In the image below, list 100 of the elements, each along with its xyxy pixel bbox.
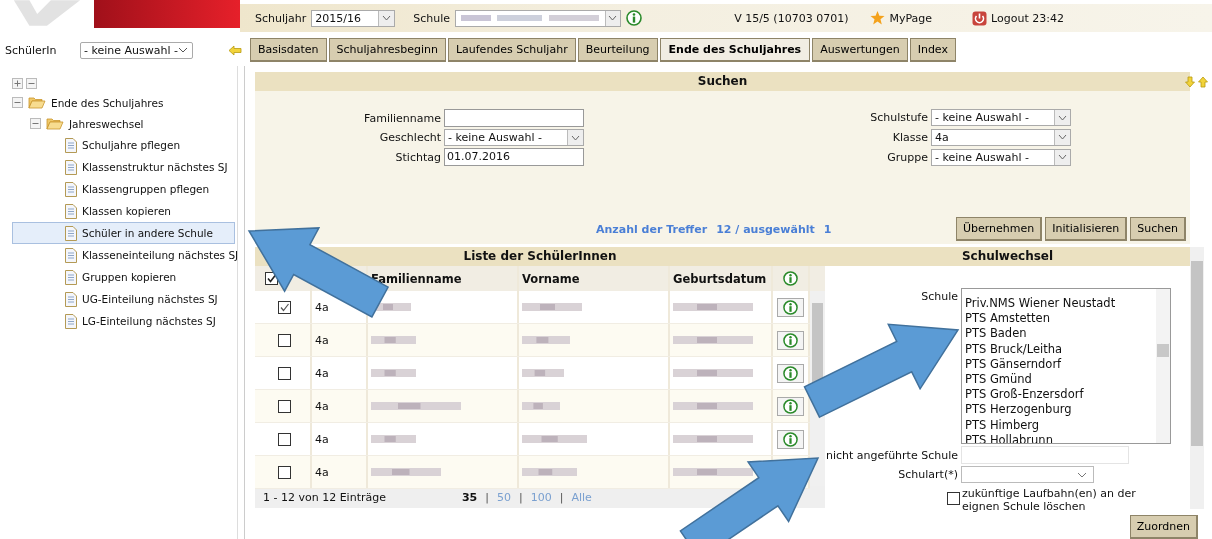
logout-link[interactable]: Logout 23:42 [991,11,1064,25]
document-icon [65,137,77,153]
tree-leaf[interactable]: Schüler in andere Schule [12,222,235,244]
nav-tab[interactable]: Basisdaten [250,38,327,62]
row-checkbox[interactable] [277,300,291,314]
scrollbar[interactable] [1156,289,1170,443]
list-option[interactable]: PTS Baden [965,326,1156,342]
document-icon [65,291,77,307]
student-select[interactable]: - keine Auswahl - [80,41,193,59]
nav-tab[interactable]: Auswertungen [812,38,908,62]
arrow-left-icon[interactable] [228,44,242,56]
list-option[interactable]: Priv.NMS Wiener Neustadt [965,296,1156,312]
row-checkbox[interactable] [277,432,291,446]
tree-item[interactable]: Ende des Schuljahres [51,96,164,109]
list-option[interactable]: PTS Gmünd [965,371,1156,388]
collapse-icon[interactable] [12,97,23,108]
tree-leaf[interactable]: Klassenstruktur nächstes SJ [12,156,235,178]
select-field[interactable] [961,466,1094,483]
list-option[interactable]: PTS Amstetten [965,311,1156,327]
list-option[interactable]: PTS Bruck/Leitha [965,341,1156,357]
tree-leaf[interactable]: Klasseneinteilung nächstes SJ [12,244,235,266]
document-icon [65,313,77,329]
list-option[interactable]: PTS Herzogenburg [965,402,1156,418]
select-field[interactable]: 4a [931,129,1071,146]
tree-leaf[interactable]: Schuljahre pflegen [12,134,235,156]
star-icon [870,11,886,25]
info-icon[interactable] [626,10,643,26]
action-button[interactable]: Übernehmen [955,217,1043,241]
range-text: 1 - 12 von 12 Einträge [263,490,386,504]
school-listbox[interactable]: Priv.NMS Wiener Neustadt PTS Amstetten PTS Baden PTS Bruck/Leitha PTS Gänserndorf PTS Gmünd PTS Groß-Enzersdorf PTS Herzogenburg PTS Himberg PTS Hollabrunn [961,288,1171,444]
nav-tab[interactable]: Ende des Schuljahres [659,38,811,62]
info-button[interactable] [777,396,804,416]
page-size-link[interactable]: 35 [461,490,478,504]
list-option[interactable]: PTS Gänserndorf [965,356,1156,372]
row-checkbox[interactable] [277,366,291,380]
collapse-all-icon[interactable] [26,78,37,89]
scrollbar[interactable] [1190,247,1204,509]
list-option[interactable]: PTS Groß-Enzersdorf [965,387,1156,403]
panel-header: Schulwechsel [825,247,1190,266]
info-icon [783,271,798,286]
row-checkbox[interactable] [277,399,291,413]
info-button[interactable] [777,330,804,350]
field-label: Schulstufe [869,111,928,125]
info-button[interactable] [777,363,804,383]
schule-select[interactable] [455,9,622,27]
tree-item[interactable]: Jahreswechsel [69,117,144,130]
row-checkbox[interactable] [277,333,291,347]
list-option[interactable]: PTS Himberg [965,417,1156,433]
document-icon [65,225,77,241]
mypage-link[interactable]: MyPage [889,11,933,25]
tree-leaf[interactable]: Gruppen kopieren [12,266,235,288]
tree-leaf[interactable]: Klassen kopieren [12,200,235,222]
power-icon[interactable] [972,10,988,26]
row-checkbox[interactable] [277,465,291,479]
selected-count: 1 [823,222,832,236]
document-icon [65,181,77,197]
blurred-text [371,434,416,444]
document-icon [65,203,77,219]
hits-count: 12 / ausgewählt [716,222,815,236]
separator: | [559,490,564,504]
blurred-text [371,467,441,477]
nav-tab[interactable]: Index [909,38,956,62]
action-button[interactable]: Initialisieren [1045,217,1128,241]
table-cell: 4a [315,366,329,380]
table-cell: 4a [315,465,329,479]
field-label: Geschlecht [378,131,441,144]
schuljahr-select[interactable]: 2015/16 [311,9,396,27]
expand-all-icon[interactable] [12,78,23,89]
table-cell: 4a [315,333,329,347]
checkbox[interactable] [947,492,960,505]
nav-tab[interactable]: Laufendes Schuljahr [447,38,576,62]
chevron-down-icon [608,15,618,21]
info-button[interactable] [777,429,804,449]
nav-tab[interactable]: Beurteilung [577,38,658,62]
input-field[interactable] [444,109,584,127]
select-field[interactable]: - keine Auswahl - [931,148,1071,166]
chevron-down-icon [1058,134,1067,141]
nav-tab[interactable]: Schuljahresbeginn [328,38,446,62]
select-field[interactable]: - keine Auswahl - [931,109,1071,127]
separator: | [519,490,523,504]
tree-leaf[interactable]: Klassengruppen pflegen [12,178,235,200]
field-label: nicht angeführte Schule [825,448,958,462]
chevron-down-icon [571,134,580,141]
assign-button[interactable]: Zuordnen [1129,515,1198,539]
document-icon [65,247,77,263]
select-field[interactable]: - keine Auswahl - [444,129,584,146]
tree-leaf[interactable]: LG-Einteilung nächstes SJ [12,310,235,332]
collapse-icon[interactable] [30,118,41,129]
blurred-text [522,467,577,477]
folder-icon [28,96,46,109]
blurred-text [522,368,564,378]
field-label: Stichtag [394,150,441,164]
action-button[interactable]: Suchen [1130,217,1186,241]
checkbox-label: zukünftige Laufbahn(en) an der eignen Schule löschen [962,487,1137,513]
list-option[interactable]: PTS Hollabrunn [965,432,1156,443]
info-button[interactable] [777,297,804,317]
tree-leaf[interactable]: UG-Einteilung nächstes SJ [12,288,235,310]
document-icon [65,159,77,175]
chevron-down-icon [1077,471,1087,478]
input-field[interactable]: 01.07.2016 [444,148,584,166]
